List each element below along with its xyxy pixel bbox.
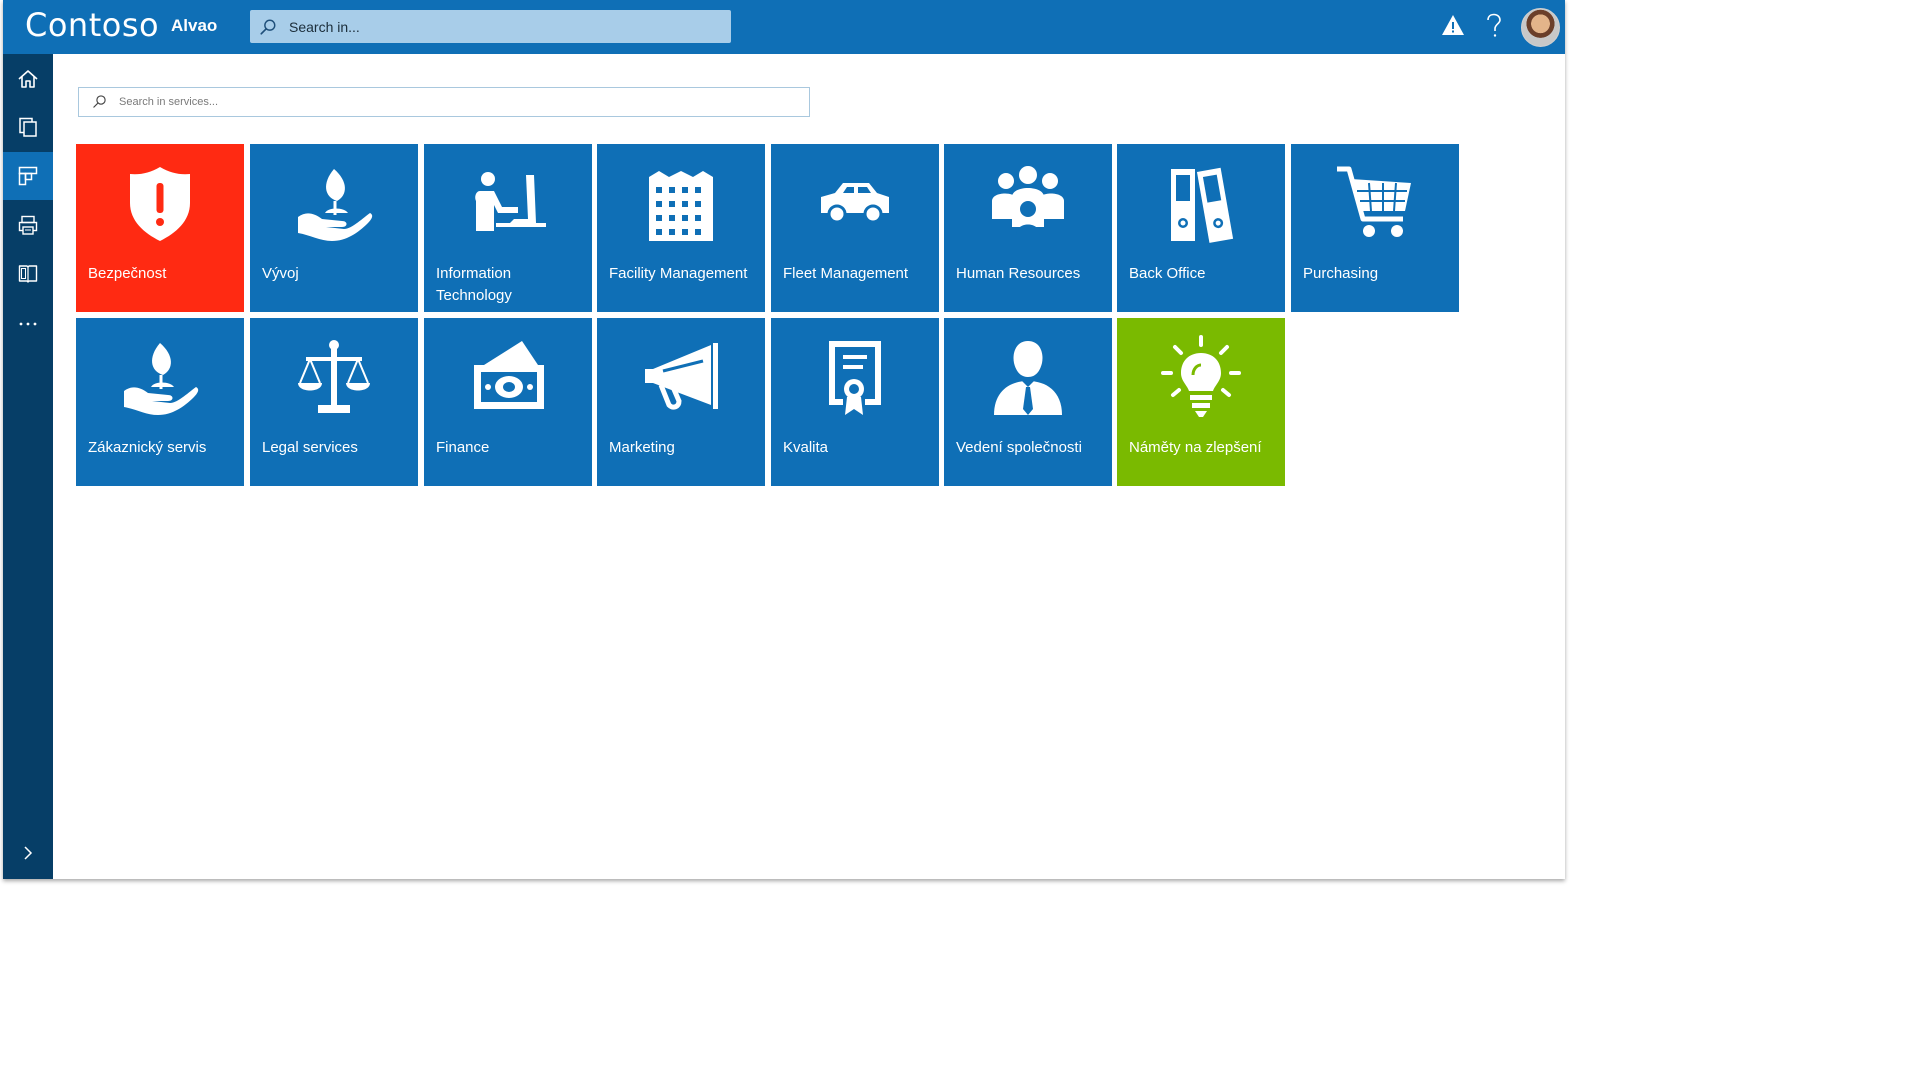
- service-tile-bezpecnost[interactable]: Bezpečnost: [76, 144, 244, 312]
- money-icon: [474, 341, 544, 409]
- hand-plant-icon: [124, 343, 199, 415]
- product-name[interactable]: Alvao: [171, 16, 217, 36]
- building-icon: [649, 171, 713, 241]
- hand-plant-icon: [298, 169, 373, 241]
- service-tile-label: Marketing: [609, 439, 675, 456]
- manager-icon: [994, 341, 1062, 415]
- top-bar: Contoso Alvao Search in...: [3, 0, 1565, 54]
- service-tile-information-technology[interactable]: Information Technology: [424, 144, 592, 312]
- help-icon[interactable]: [1484, 13, 1504, 39]
- shopping-cart-icon: [1337, 166, 1411, 237]
- service-tile-vyvoj[interactable]: Vývoj: [250, 144, 418, 312]
- more-icon: [19, 322, 37, 326]
- print-icon: [18, 215, 38, 235]
- knowledge-base-icon: [18, 265, 38, 283]
- person-computer-icon: [475, 172, 546, 231]
- service-tile-label: Finance: [436, 439, 490, 456]
- lightbulb-icon: [1161, 335, 1241, 417]
- user-avatar[interactable]: [1521, 8, 1560, 47]
- service-tile-namety-na-zlepseni[interactable]: Náměty na zlepšení: [1117, 318, 1285, 486]
- service-tile-label: Náměty na zlepšení: [1129, 439, 1262, 456]
- global-search-placeholder[interactable]: Search in...: [289, 19, 360, 35]
- service-tile-label: Kvalita: [783, 439, 829, 456]
- service-search-input[interactable]: [117, 92, 801, 112]
- search-icon: [93, 95, 106, 108]
- service-tile-purchasing[interactable]: Purchasing: [1291, 144, 1459, 312]
- service-tile-finance[interactable]: Finance: [424, 318, 592, 486]
- service-tile-label: Zákaznický servis: [88, 439, 207, 456]
- home-icon: [18, 70, 38, 88]
- service-tile-human-resources[interactable]: Human Resources: [944, 144, 1112, 312]
- sidebar-item-home[interactable]: [3, 56, 53, 102]
- service-tile-label: Legal services: [262, 439, 358, 456]
- sidebar-item-knowledge-base[interactable]: [3, 250, 53, 296]
- sidebar-item-documents[interactable]: [3, 104, 53, 150]
- service-tile-fleet-management[interactable]: Fleet Management: [771, 144, 939, 312]
- service-catalog-icon: [18, 166, 38, 186]
- service-tile-back-office[interactable]: Back Office: [1117, 144, 1285, 312]
- sidebar-item-more[interactable]: [3, 300, 53, 346]
- service-tile-label: Back Office: [1129, 265, 1206, 282]
- service-tile-label: Human Resources: [956, 265, 1081, 282]
- megaphone-icon: [645, 343, 718, 410]
- warning-icon[interactable]: [1441, 13, 1465, 37]
- car-icon: [821, 183, 889, 224]
- brand-logo[interactable]: Contoso: [25, 6, 159, 44]
- chevron-right-icon: [24, 846, 33, 860]
- binders-icon: [1171, 167, 1234, 243]
- service-tile-label: Vedení společnosti: [956, 439, 1082, 456]
- sidebar: [3, 54, 53, 879]
- sidebar-item-service-catalog[interactable]: [3, 152, 53, 200]
- service-search-box[interactable]: [78, 87, 810, 117]
- service-tile-legal-services[interactable]: Legal services: [250, 318, 418, 486]
- service-tile-label: Vývoj: [262, 265, 299, 282]
- service-tile-kvalita[interactable]: Kvalita: [771, 318, 939, 486]
- scales-icon: [298, 340, 370, 413]
- documents-icon: [19, 117, 37, 137]
- sidebar-expand-button[interactable]: [3, 830, 53, 876]
- service-tile-label: Fleet Management: [783, 265, 909, 282]
- shield-alert-icon: [130, 167, 190, 241]
- sidebar-item-print[interactable]: [3, 202, 53, 248]
- service-tile-zakaznicky-servis[interactable]: Zákaznický servis: [76, 318, 244, 486]
- service-tile-facility-management[interactable]: Facility Management: [597, 144, 765, 312]
- certificate-icon: [829, 341, 881, 415]
- search-icon: [260, 19, 276, 35]
- service-tile-label: Bezpečnost: [88, 265, 167, 282]
- service-tile-marketing[interactable]: Marketing: [597, 318, 765, 486]
- service-tile-label: Information Technology: [436, 265, 512, 304]
- service-tile-label: Purchasing: [1303, 265, 1379, 282]
- service-tile-vedeni-spolecnosti[interactable]: Vedení společnosti: [944, 318, 1112, 486]
- service-tile-label: Facility Management: [609, 265, 748, 282]
- global-search-box[interactable]: Search in...: [250, 10, 731, 43]
- people-group-icon: [992, 166, 1064, 235]
